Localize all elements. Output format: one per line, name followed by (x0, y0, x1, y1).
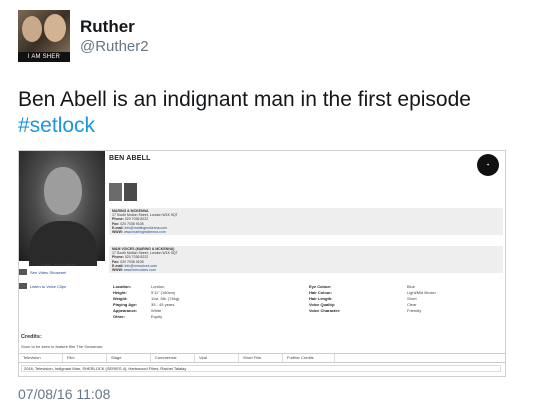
tab-stage[interactable]: Stage (107, 354, 151, 362)
media-links: See Video Showreel Listen to Voice Clips (19, 269, 105, 297)
attribute-row: Playing Age: 35 - 45 years (113, 302, 175, 307)
agent-line: WWW: www.mmvoices.com (112, 268, 156, 273)
voice-clips-link[interactable]: Listen to Voice Clips (19, 283, 105, 289)
tab-television[interactable]: Television (19, 354, 63, 362)
attribute-row: Location: London (113, 284, 165, 289)
attribute-row: Voice Quality: Clear (309, 302, 417, 307)
tab-short-film[interactable]: Short Film (239, 354, 283, 362)
tweet-text: Ben Abell is an indignant man in the fir… (18, 88, 471, 111)
attribute-row: Hair Length: Short (309, 296, 417, 301)
attribute-row: Other: Equity (113, 314, 163, 319)
tab-commercial[interactable]: Commercial (151, 354, 195, 362)
hashtag-link[interactable]: #setlock (18, 114, 95, 138)
showreel-link-label: See Video Showreel (30, 269, 67, 275)
spotlight-logo: ✦ (477, 154, 499, 176)
credit-row: 2016, Television, Indignant Man, SHERLOC… (21, 365, 501, 372)
profile-name: BEN ABELL (109, 155, 151, 162)
credits-heading: Credits: (21, 334, 42, 340)
headshot-photo (19, 151, 105, 266)
tab-film[interactable]: Film (63, 354, 107, 362)
headshot-head (44, 167, 82, 215)
display-name[interactable]: Ruther (80, 17, 135, 37)
attributes-table: Location: London Height: 5'11" (180cm) Wei… (109, 284, 503, 330)
tab-viral[interactable]: Viral (195, 354, 239, 362)
voice-clips-link-label: Listen to Voice Clips (30, 283, 67, 289)
avatar-face-right (44, 14, 66, 42)
attribute-row: Weight: 11st. 6lb. (76kg) (113, 296, 180, 301)
avatar-caption: I AM SHER LOCKED (18, 52, 70, 62)
agent-line: WWW: www.marlingmckenna.com (112, 230, 166, 235)
tab-further-credits[interactable]: Further Credits (283, 354, 335, 362)
user-handle[interactable]: @Ruther2 (80, 38, 149, 55)
attribute-row: Appearance: White (113, 308, 162, 313)
audio-icon (19, 283, 27, 289)
attribute-row: Hair Colour: Light/Mid Brown (309, 290, 436, 295)
credit-tabs: Television Film Stage Commercial Viral S… (19, 353, 505, 363)
photo-credit: Photo: Pete Bartlett (41, 262, 76, 267)
showreel-link[interactable]: See Video Showreel (19, 269, 105, 275)
avatar-face-left (22, 16, 42, 42)
gallery-thumbnail[interactable] (109, 183, 122, 201)
agent-block: MARING & MCKENNA 17 South Molton Street,… (109, 208, 503, 236)
credits-note: Soon to be seen in feature film The Snow… (21, 344, 104, 349)
agent-block: M&M VOICES (MARING & MCKENNA) 17 South M… (109, 246, 503, 274)
attached-image[interactable]: Photo: Pete Bartlett See Video Showreel … (18, 150, 506, 377)
attribute-row: Voice Character: Friendly (309, 308, 422, 313)
user-avatar[interactable]: I AM SHER LOCKED (18, 10, 70, 62)
video-icon (19, 269, 27, 275)
attribute-row: Eye Colour: Blue (309, 284, 416, 289)
gallery-thumbnail[interactable] (124, 183, 137, 201)
tweet-timestamp[interactable]: 07/08/16 11:08 (18, 386, 110, 402)
attribute-row: Height: 5'11" (180cm) (113, 290, 176, 295)
headshot-body (29, 221, 97, 266)
